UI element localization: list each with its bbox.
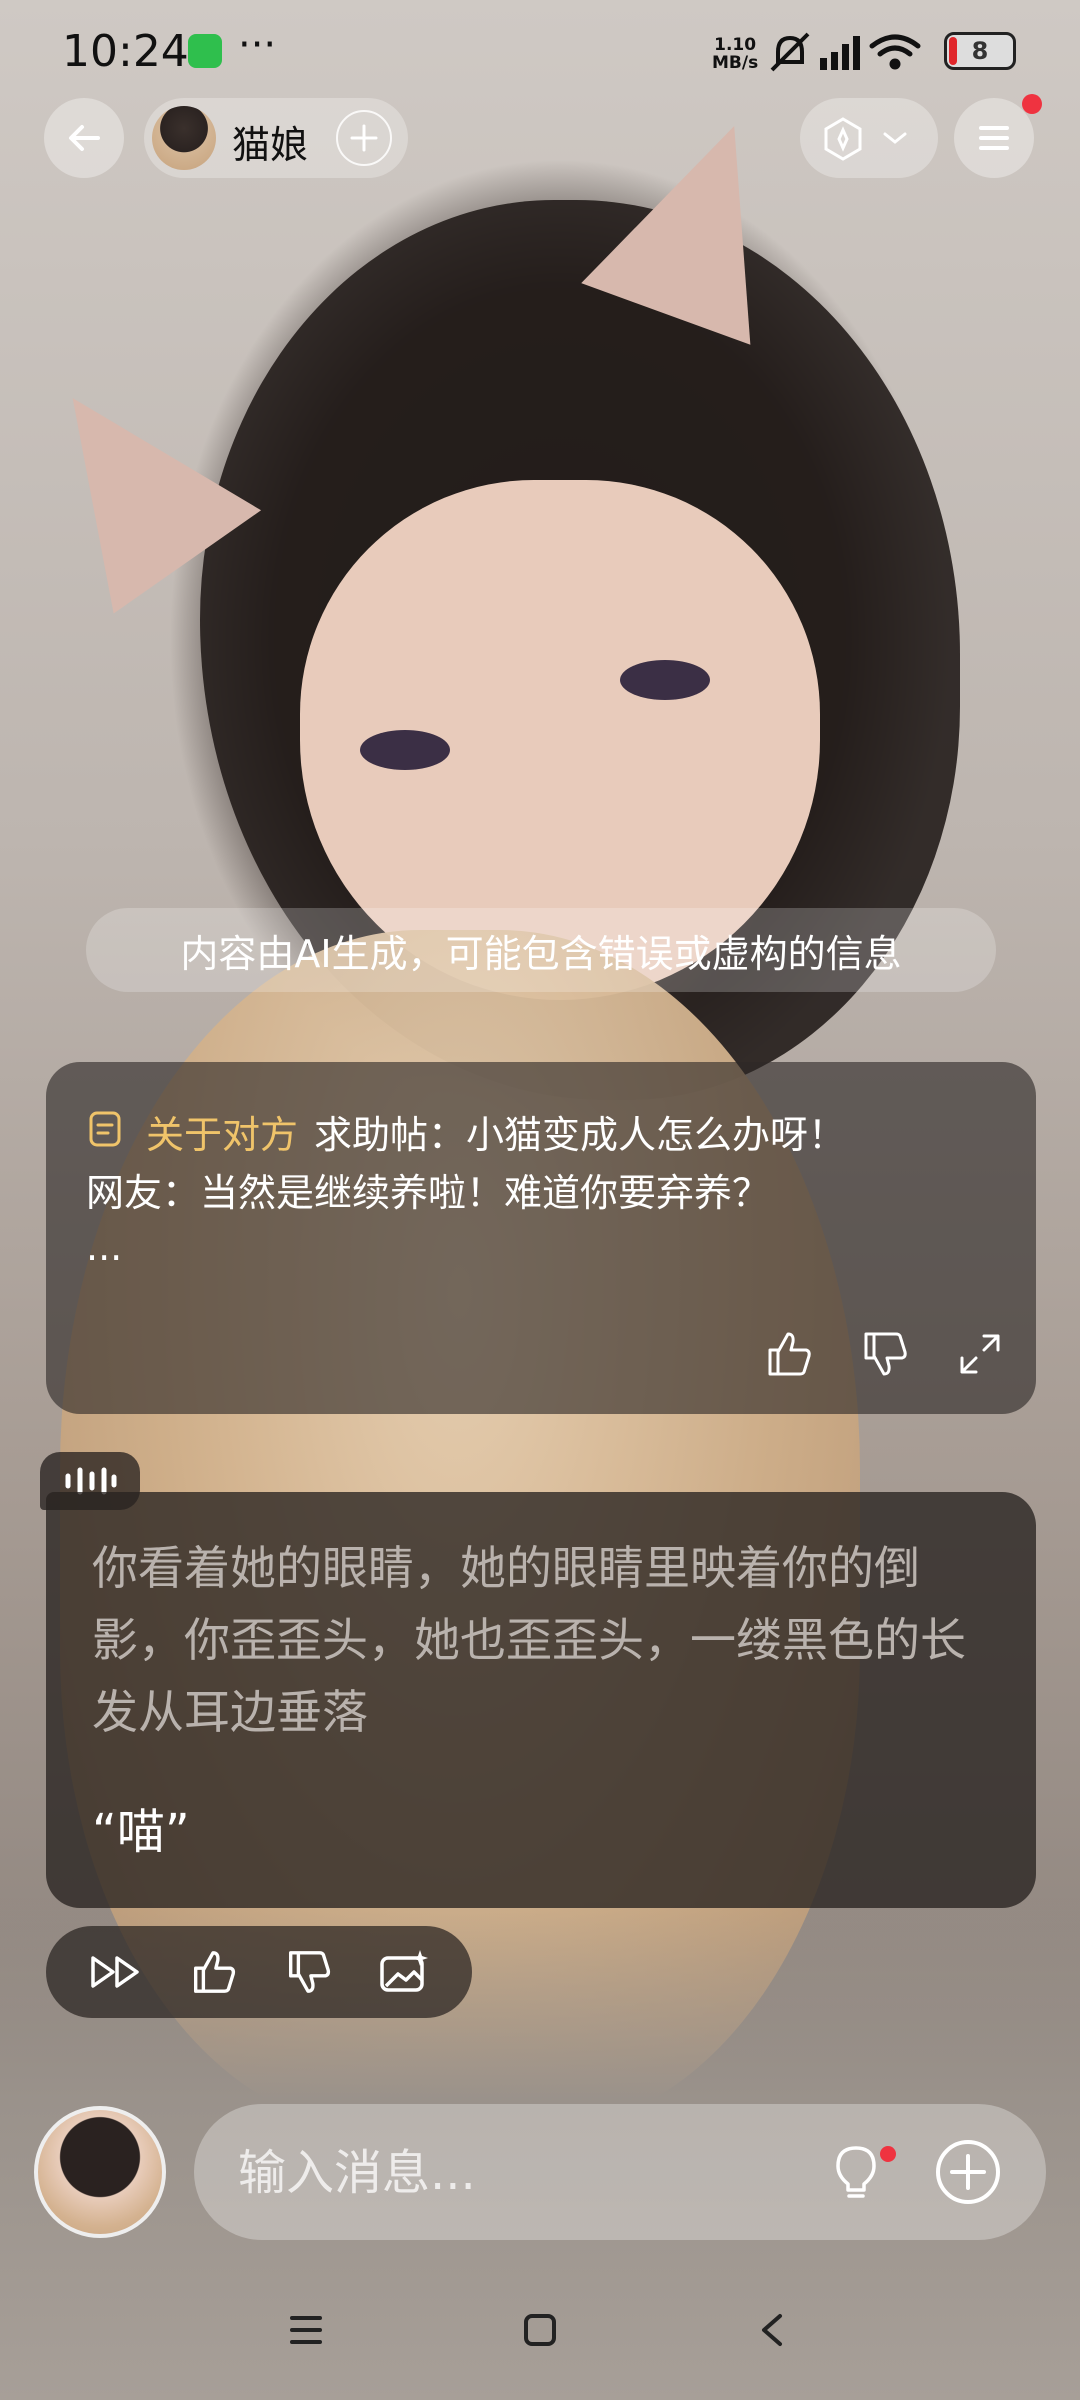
back-icon[interactable]	[752, 2310, 792, 2350]
more-dots-icon: ···	[238, 22, 277, 68]
expand-icon[interactable]	[954, 1328, 1006, 1380]
message-action-bar	[46, 1926, 472, 2018]
notification-dot	[1022, 94, 1042, 114]
status-bar: 10:24 ··· 1.10 MB/s 8	[0, 0, 1080, 100]
chevron-down-icon	[883, 132, 907, 144]
about-line-1: 关于对方 求助帖：小猫变成人怎么办呀！	[146, 1113, 847, 1157]
back-arrow-icon	[69, 125, 100, 151]
menu-button[interactable]	[954, 98, 1034, 178]
character-avatar[interactable]	[152, 106, 216, 170]
home-icon[interactable]	[520, 2310, 560, 2350]
message-speech: “喵”	[92, 1804, 190, 1860]
thumbs-up-icon[interactable]	[762, 1328, 814, 1380]
thumbs-up-icon[interactable]	[188, 1947, 238, 1997]
about-card-actions	[762, 1328, 1006, 1380]
thumbs-down-icon[interactable]	[283, 1947, 333, 1997]
app-notification-icon	[188, 34, 222, 68]
plus-circle-icon[interactable]	[934, 2138, 1002, 2206]
fast-forward-icon[interactable]	[89, 1952, 143, 1992]
lightbulb-icon[interactable]	[834, 2144, 878, 2202]
system-navigation-bar	[0, 2270, 1080, 2400]
image-sparkle-icon[interactable]	[378, 1948, 430, 1996]
character-profile-pill[interactable]: 猫娘	[144, 98, 408, 178]
thumbs-down-icon[interactable]	[858, 1328, 910, 1380]
about-line-2: 网友：当然是继续养啦！难道你要弃养？	[86, 1171, 771, 1215]
message-input-bar	[194, 2104, 1046, 2240]
ai-message-bubble[interactable]: 你看着她的眼睛，她的眼睛里映着你的倒影，你歪歪头，她也歪歪头，一缕黑色的长发从耳…	[46, 1492, 1036, 1908]
message-narration: 你看着她的眼睛，她的眼睛里映着你的倒影，你歪歪头，她也歪歪头，一缕黑色的长发从耳…	[92, 1541, 966, 1739]
character-name: 猫娘	[232, 123, 309, 167]
model-selector[interactable]	[800, 98, 938, 178]
user-avatar[interactable]	[34, 2106, 166, 2238]
about-character-card[interactable]: 关于对方 求助帖：小猫变成人怎么办呀！ 网友：当然是继续养啦！难道你要弃养？ ..…	[46, 1062, 1036, 1414]
status-time: 10:24	[62, 26, 189, 77]
system-status-icons	[770, 32, 921, 72]
about-ellipsis: ...	[86, 1225, 123, 1269]
mute-icon	[770, 32, 810, 72]
recents-icon[interactable]	[286, 2310, 326, 2350]
about-tag: 关于对方	[146, 1113, 299, 1157]
message-input[interactable]	[236, 2132, 800, 2214]
signal-icon	[820, 36, 860, 70]
document-icon	[89, 1111, 121, 1147]
network-speed: 1.10 MB/s	[712, 35, 759, 73]
battery-icon: 8	[944, 32, 1016, 70]
model-icon	[824, 117, 862, 161]
back-button[interactable]	[44, 98, 124, 178]
ai-disclaimer: 内容由AI生成，可能包含错误或虚构的信息	[86, 908, 996, 992]
add-icon	[350, 124, 378, 152]
wifi-icon	[869, 34, 921, 70]
hint-notification-dot	[880, 2146, 896, 2162]
menu-icon	[979, 126, 1009, 150]
add-character-button[interactable]	[336, 110, 392, 166]
